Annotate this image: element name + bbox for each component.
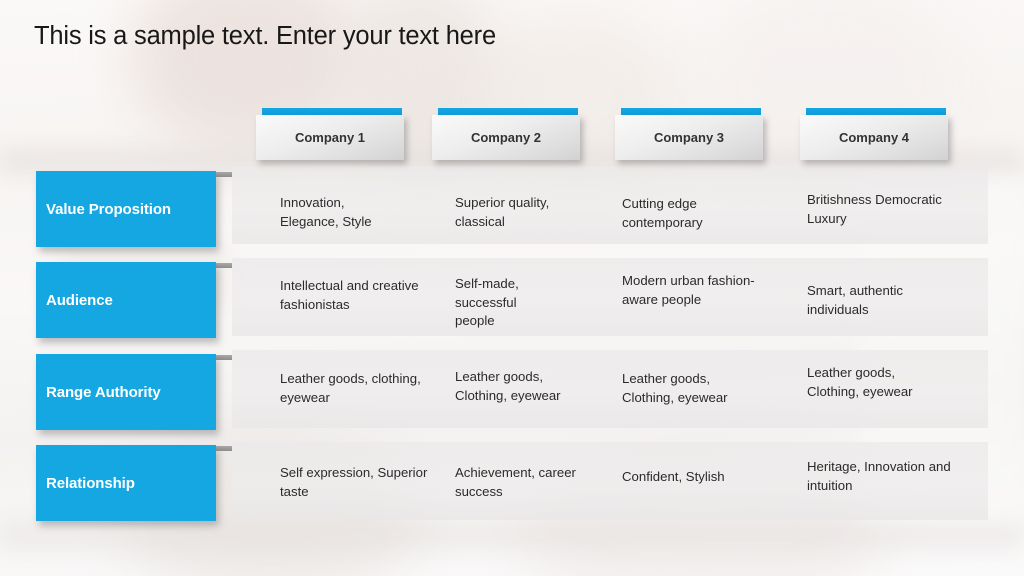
- row-label-text: Relationship: [46, 474, 135, 492]
- column-header-plate: Company 1: [256, 115, 404, 160]
- column-header-company-1[interactable]: Company 1: [256, 108, 404, 160]
- column-header-accent-bar: [806, 108, 946, 115]
- column-header-company-3[interactable]: Company 3: [615, 108, 763, 160]
- row-label-value-proposition[interactable]: Value Proposition: [36, 171, 232, 247]
- table-cell: Self expression, Superior taste: [280, 465, 428, 499]
- table-cell: Superior quality, classical: [455, 195, 550, 229]
- table-cell: Achievement, career success: [455, 465, 576, 499]
- row-label-text: Audience: [46, 291, 113, 309]
- table-cell: Leather goods, Clothing, eyewear: [455, 369, 561, 403]
- row-label-range-authority[interactable]: Range Authority: [36, 354, 232, 430]
- row-label-tab: [214, 355, 232, 360]
- row-label-relationship[interactable]: Relationship: [36, 445, 232, 521]
- column-header-label: Company 4: [838, 130, 910, 145]
- table-cell: Leather goods, Clothing, eyewear: [622, 371, 728, 405]
- column-header-accent-bar: [438, 108, 578, 115]
- row-label-audience[interactable]: Audience: [36, 262, 232, 338]
- row-label-box: Range Authority: [36, 354, 216, 430]
- table-cell: Confident, Stylish: [622, 469, 725, 484]
- table-cell: Innovation, Elegance, Style: [280, 195, 372, 229]
- column-header-label: Company 2: [470, 130, 542, 145]
- row-label-box: Audience: [36, 262, 216, 338]
- column-header-plate: Company 3: [615, 115, 763, 160]
- column-header-label: Company 1: [294, 130, 366, 145]
- row-label-tab: [214, 446, 232, 451]
- background-blur-shape: [470, 10, 680, 190]
- column-header-accent-bar: [621, 108, 761, 115]
- row-label-tab: [214, 263, 232, 268]
- table-cell: Leather goods, clothing, eyewear: [280, 371, 421, 405]
- column-header-plate: Company 4: [800, 115, 948, 160]
- row-label-text: Value Proposition: [46, 200, 171, 218]
- slide-canvas: This is a sample text. Enter your text h…: [0, 0, 1024, 576]
- column-header-plate: Company 2: [432, 115, 580, 160]
- column-header-company-4[interactable]: Company 4: [800, 108, 948, 160]
- background-blur-shape: [0, 520, 1024, 550]
- table-cell: Heritage, Innovation and intuition: [807, 459, 951, 493]
- row-label-tab: [214, 172, 232, 177]
- column-header-company-2[interactable]: Company 2: [432, 108, 580, 160]
- table-cell: Cutting edge contemporary: [622, 196, 703, 230]
- row-label-text: Range Authority: [46, 383, 161, 401]
- slide-title: This is a sample text. Enter your text h…: [34, 22, 496, 50]
- column-header-accent-bar: [262, 108, 402, 115]
- table-cell: Smart, authentic individuals: [807, 283, 904, 317]
- row-label-box: Relationship: [36, 445, 216, 521]
- row-label-box: Value Proposition: [36, 171, 216, 247]
- table-cell: Modern urban fashion- aware people: [622, 273, 755, 307]
- table-cell: Intellectual and creative fashionistas: [280, 278, 419, 312]
- table-cell: Leather goods, Clothing, eyewear: [807, 365, 913, 399]
- table-cell: Britishness Democratic Luxury: [807, 192, 942, 226]
- column-header-label: Company 3: [653, 130, 725, 145]
- table-cell: Self-made, successful people: [455, 276, 519, 328]
